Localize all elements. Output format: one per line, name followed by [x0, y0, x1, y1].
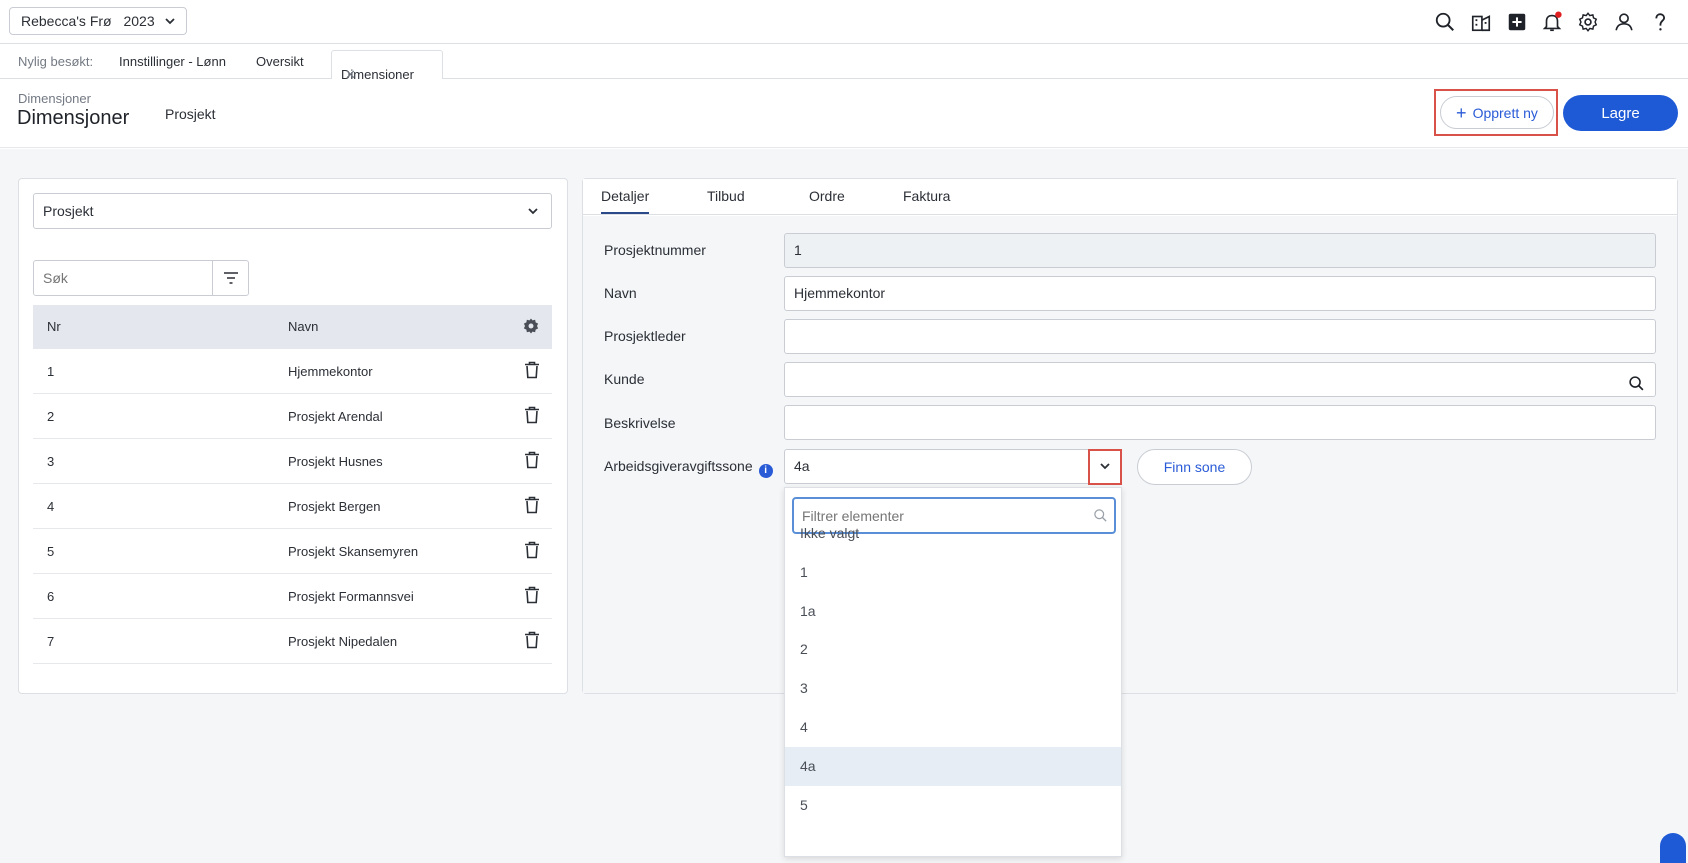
- search-icon[interactable]: [1432, 9, 1458, 35]
- table-row[interactable]: 6 Prosjekt Formannsvei: [33, 574, 552, 619]
- table-settings-gear-icon[interactable]: [522, 317, 540, 338]
- trash-icon[interactable]: [524, 451, 540, 472]
- table-header: Nr Navn: [33, 305, 552, 349]
- row-name: Prosjekt Husnes: [288, 454, 383, 469]
- dropdown-option[interactable]: Ikke valgt: [785, 514, 1121, 553]
- create-new-label: Opprett ny: [1472, 104, 1538, 121]
- prosjektnummer-field: 1: [784, 233, 1656, 268]
- row-nr: 6: [47, 589, 55, 604]
- navn-label: Navn: [604, 285, 637, 301]
- row-name: Prosjekt Bergen: [288, 499, 381, 514]
- page-subtitle: Dimensjoner: [18, 91, 91, 106]
- row-name: Prosjekt Skansemyren: [288, 544, 419, 559]
- dropdown-option[interactable]: 1: [785, 553, 1121, 592]
- tab-tilbud[interactable]: Tilbud: [707, 188, 745, 204]
- trash-icon[interactable]: [524, 496, 540, 517]
- top-bar: Rebecca's Frø 2023: [0, 0, 1688, 44]
- dropdown-option[interactable]: 4a: [785, 747, 1121, 786]
- company-selector[interactable]: Rebecca's Frø 2023: [9, 7, 187, 35]
- filter-icon[interactable]: [212, 261, 248, 295]
- company-name: Rebecca's Frø: [21, 13, 112, 29]
- row-name: Prosjekt Arendal: [288, 409, 383, 424]
- beskrivelse-field[interactable]: [784, 405, 1656, 440]
- kunde-label: Kunde: [604, 371, 645, 387]
- dimension-type-select[interactable]: Prosjekt: [33, 193, 552, 229]
- navn-field[interactable]: Hjemmekontor: [784, 276, 1656, 311]
- prosjektnummer-label: Prosjektnummer: [604, 242, 706, 258]
- chevron-down-icon: [1099, 458, 1111, 476]
- recent-tab-dimensjoner[interactable]: Dimensjoner ✕: [331, 50, 443, 82]
- sone-label-wrap: Arbeidsgiveravgiftssone i: [604, 458, 773, 478]
- details-tabs: Detaljer Tilbud Ordre Faktura: [583, 179, 1677, 215]
- row-name: Prosjekt Nipedalen: [288, 634, 398, 649]
- dropdown-option[interactable]: 4: [785, 708, 1121, 747]
- row-nr: 7: [47, 634, 55, 649]
- sone-label: Arbeidsgiveravgiftssone: [604, 458, 753, 474]
- tab-faktura[interactable]: Faktura: [903, 188, 950, 204]
- plus-icon: +: [1456, 102, 1467, 123]
- tab-ordre[interactable]: Ordre: [809, 188, 845, 204]
- table-row[interactable]: 4 Prosjekt Bergen: [33, 484, 552, 529]
- column-header-navn[interactable]: Navn: [288, 319, 318, 334]
- breadcrumb-prosjekt[interactable]: Prosjekt: [165, 106, 216, 122]
- dimension-type-value: Prosjekt: [43, 203, 94, 219]
- chevron-down-icon: [164, 8, 176, 43]
- table-row[interactable]: 7 Prosjekt Nipedalen: [33, 619, 552, 664]
- trash-icon[interactable]: [524, 586, 540, 607]
- prosjektleder-label: Prosjektleder: [604, 328, 686, 344]
- company-year: 2023: [123, 13, 155, 29]
- dimension-table: Nr Navn 1 Hjemmekontor 2 Prosjekt Arendal 3 P…: [33, 305, 552, 664]
- table-row[interactable]: 2 Prosjekt Arendal: [33, 394, 552, 439]
- row-nr: 4: [47, 499, 55, 514]
- trash-icon[interactable]: [524, 406, 540, 427]
- page-title: Dimensjoner: [17, 107, 130, 129]
- dropdown-option[interactable]: 1a: [785, 592, 1121, 631]
- company-building-icon[interactable]: [1468, 9, 1494, 35]
- chevron-down-icon: [527, 194, 539, 240]
- tab-detaljer[interactable]: Detaljer: [601, 188, 650, 214]
- trash-icon[interactable]: [524, 631, 540, 652]
- dropdown-option[interactable]: 2: [785, 630, 1121, 669]
- table-row[interactable]: 3 Prosjekt Husnes: [33, 439, 552, 484]
- row-nr: 2: [47, 409, 55, 424]
- info-icon[interactable]: i: [758, 464, 773, 478]
- sone-dropdown-toggle[interactable]: [1088, 449, 1122, 485]
- beskrivelse-label: Beskrivelse: [604, 415, 676, 431]
- row-name: Hjemmekontor: [288, 364, 373, 379]
- table-row[interactable]: 5 Prosjekt Skansemyren: [33, 529, 552, 574]
- prosjektleder-field[interactable]: [784, 319, 1656, 354]
- add-new-icon[interactable]: [1504, 9, 1530, 35]
- column-header-nr[interactable]: Nr: [47, 319, 61, 334]
- finn-sone-button[interactable]: Finn sone: [1137, 449, 1252, 485]
- row-nr: 5: [47, 544, 55, 559]
- row-name: Prosjekt Formannsvei: [288, 589, 414, 604]
- table-row[interactable]: 1 Hjemmekontor: [33, 349, 552, 394]
- trash-icon[interactable]: [524, 361, 540, 382]
- row-nr: 1: [47, 364, 55, 379]
- recent-link-oversikt[interactable]: Oversikt: [256, 54, 304, 69]
- assistant-robot-icon[interactable]: [1660, 833, 1686, 863]
- search-box: [33, 260, 249, 296]
- row-nr: 3: [47, 454, 55, 469]
- kunde-field[interactable]: [784, 362, 1656, 397]
- sone-dropdown-list: Ikke valgt11a2344a5: [784, 487, 1122, 857]
- save-button[interactable]: Lagre: [1563, 95, 1678, 131]
- recently-visited-bar: Nylig besøkt: Innstillinger - Lønn Overs…: [0, 44, 1688, 82]
- dropdown-option[interactable]: 3: [785, 669, 1121, 708]
- sone-value: 4a: [794, 458, 810, 474]
- notification-bell-icon[interactable]: [1539, 9, 1565, 35]
- settings-gear-icon[interactable]: [1575, 9, 1601, 35]
- search-input[interactable]: [34, 261, 212, 295]
- recent-label: Nylig besøkt:: [18, 54, 94, 69]
- dropdown-option[interactable]: 5: [785, 786, 1121, 825]
- sone-select[interactable]: 4a: [784, 449, 1122, 484]
- recent-link-innstillinger[interactable]: Innstillinger - Lønn: [119, 54, 226, 69]
- create-new-button[interactable]: + Opprett ny: [1440, 96, 1554, 129]
- search-icon[interactable]: [1628, 371, 1645, 404]
- help-question-icon[interactable]: [1647, 9, 1673, 35]
- trash-icon[interactable]: [524, 541, 540, 562]
- user-profile-icon[interactable]: [1611, 9, 1637, 35]
